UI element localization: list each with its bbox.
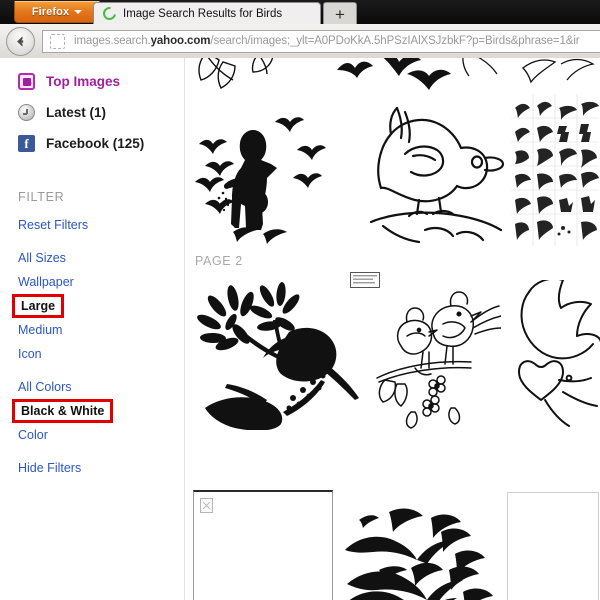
new-tab-button[interactable]: + <box>323 2 357 25</box>
page-divider-label: PAGE 2 <box>195 254 243 268</box>
result-thumbnail-flying-birds-top[interactable] <box>333 58 453 92</box>
filter-reset-filters[interactable]: Reset Filters <box>0 213 88 237</box>
filter-black-and-white[interactable]: Black & White <box>12 399 114 423</box>
filter-all-colors[interactable]: All Colors <box>0 375 72 399</box>
loading-spinner-icon <box>100 4 119 23</box>
url-prefix: images.search. <box>74 35 151 47</box>
result-thumbnail-girl-feeding-birds[interactable] <box>191 94 361 246</box>
page-content: Top Images Latest (1) f Facebook (125) F… <box>0 58 600 600</box>
url-suffix: /search/images;_ylt=A0PDoKkA.5hPSzIAlXSJ… <box>210 35 580 47</box>
filter-heading: FILTER <box>18 190 65 204</box>
filter-all-sizes[interactable]: All Sizes <box>0 246 66 270</box>
back-arrow-icon <box>17 35 24 47</box>
tab-title: Image Search Results for Birds <box>123 7 283 20</box>
clock-icon <box>18 104 35 121</box>
dashed-placeholder-icon <box>50 33 65 49</box>
broken-image-icon <box>200 498 213 513</box>
result-thumbnail-two-birds-coloring[interactable] <box>371 288 501 430</box>
browser-window: Firefox Image Search Results for Birds +… <box>0 0 600 600</box>
image-results-grid: PAGE 2 <box>185 58 600 600</box>
result-thumbnail-flock-of-birds[interactable] <box>345 508 495 600</box>
navigation-toolbar: images.search.yahoo.com/search/images;_y… <box>0 24 600 59</box>
filter-color[interactable]: Color <box>0 423 48 447</box>
result-thumbnail-watermark-label[interactable] <box>350 272 380 288</box>
facebook-icon: f <box>18 135 35 152</box>
filter-icon[interactable]: Icon <box>0 342 42 366</box>
sidebar: Top Images Latest (1) f Facebook (125) F… <box>0 58 185 600</box>
result-thumbnail-bird-outline-top[interactable] <box>461 58 600 94</box>
result-thumbnail-bird-silhouette-sheet[interactable] <box>511 94 599 246</box>
result-thumbnail-cartoon-bird-outline[interactable] <box>365 94 505 246</box>
firefox-menu-label: Firefox <box>31 5 70 18</box>
result-thumbnail-broken-image-2[interactable] <box>507 492 599 600</box>
sidebar-item-label: Latest (1) <box>46 105 107 120</box>
url-text: images.search.yahoo.com/search/images;_y… <box>74 35 580 47</box>
filter-hide-filters[interactable]: Hide Filters <box>0 456 81 480</box>
chevron-down-icon <box>74 9 83 14</box>
sidebar-item-label: Top Images <box>46 74 121 89</box>
url-domain: yahoo.com <box>150 35 211 47</box>
filter-wallpaper[interactable]: Wallpaper <box>0 270 74 294</box>
sidebar-item-label: Facebook (125) <box>46 136 145 151</box>
result-thumbnail-dove-outline[interactable] <box>515 280 600 430</box>
back-button[interactable] <box>6 26 35 56</box>
firefox-menu-button[interactable]: Firefox <box>14 1 100 23</box>
filter-large[interactable]: Large <box>12 294 65 318</box>
result-thumbnail-broken-image-1[interactable] <box>193 490 333 600</box>
title-bar: Firefox Image Search Results for Birds + <box>0 0 600 25</box>
sidebar-item-latest[interactable]: Latest (1) <box>0 97 184 128</box>
top-images-icon <box>18 73 35 90</box>
sidebar-item-facebook[interactable]: f Facebook (125) <box>0 128 184 159</box>
browser-tab[interactable]: Image Search Results for Birds <box>93 2 321 24</box>
result-thumbnail-birds-on-branch-silhouette[interactable] <box>193 280 361 430</box>
filter-medium[interactable]: Medium <box>0 318 62 342</box>
sidebar-item-top-images[interactable]: Top Images <box>0 66 184 97</box>
address-bar[interactable]: images.search.yahoo.com/search/images;_y… <box>42 29 600 53</box>
